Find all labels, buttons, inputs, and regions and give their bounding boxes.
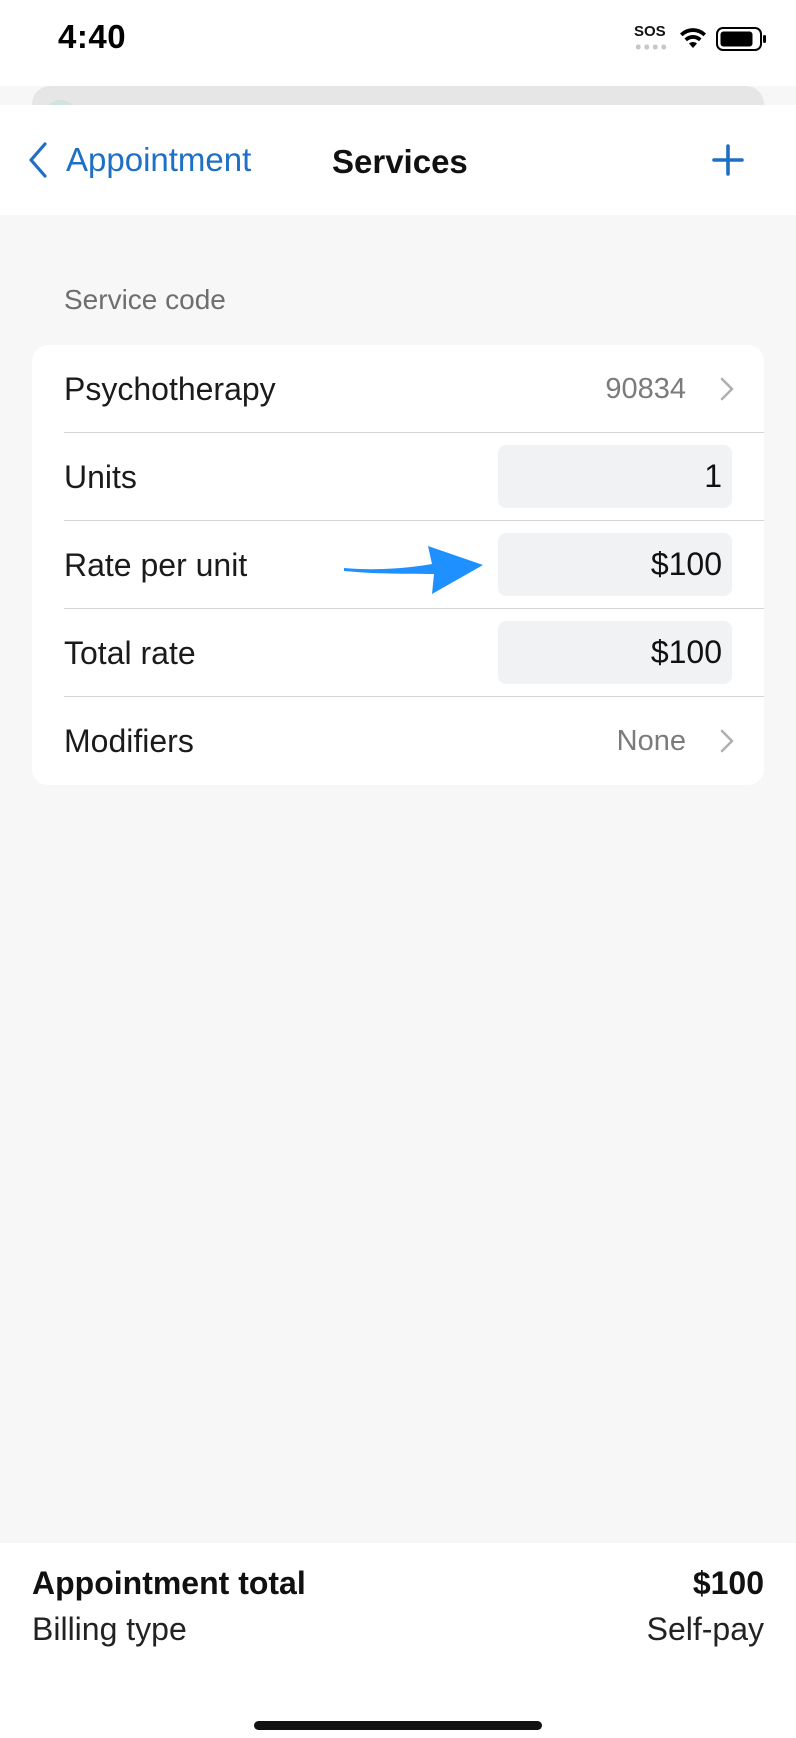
summary-footer: Appointment total $100 Billing type Self…	[0, 1543, 796, 1738]
status-bar: 4:40 SOS	[0, 0, 796, 86]
appointment-total-value: $100	[692, 1565, 764, 1601]
row-label: Total rate	[64, 635, 196, 671]
row-label: Rate per unit	[64, 547, 248, 583]
status-time: 4:40	[58, 18, 127, 55]
modifiers-value: None	[616, 725, 686, 757]
service-code-value: 90834	[605, 373, 686, 405]
page-title: Services	[332, 143, 468, 180]
signal-dots-icon	[634, 44, 668, 50]
billing-type-value: Self-pay	[646, 1611, 764, 1647]
services-screen: 4:40 SOS Appointment Services Service co…	[0, 0, 796, 1738]
row-label: Psychotherapy	[64, 371, 276, 407]
total-rate-input[interactable]: $100	[498, 621, 732, 684]
service-code-row[interactable]: Psychotherapy 90834	[32, 345, 764, 433]
row-label: Units	[64, 459, 137, 495]
units-row: Units 1	[32, 433, 764, 521]
back-button[interactable]: Appointment	[28, 135, 251, 185]
home-indicator[interactable]	[254, 1721, 542, 1730]
chevron-right-icon	[720, 377, 734, 401]
wifi-icon	[680, 28, 706, 48]
chevron-right-icon	[720, 729, 734, 753]
appointment-total-label: Appointment total	[32, 1565, 306, 1601]
sos-indicator: SOS	[634, 23, 666, 40]
billing-type-label: Billing type	[32, 1611, 187, 1647]
back-label: Appointment	[66, 141, 252, 178]
arrow-right-icon	[344, 546, 483, 594]
add-button[interactable]	[708, 140, 748, 180]
modifiers-row[interactable]: Modifiers None	[32, 697, 764, 785]
row-label: Modifiers	[64, 723, 194, 759]
section-header: Service code	[64, 284, 226, 315]
battery-icon	[716, 27, 766, 51]
chevron-left-icon	[29, 142, 47, 178]
total-rate-row: Total rate $100	[32, 609, 764, 697]
units-input[interactable]: 1	[498, 445, 732, 508]
rate-per-unit-input[interactable]: $100	[498, 533, 732, 596]
navigation-bar: Appointment Services	[0, 105, 796, 215]
